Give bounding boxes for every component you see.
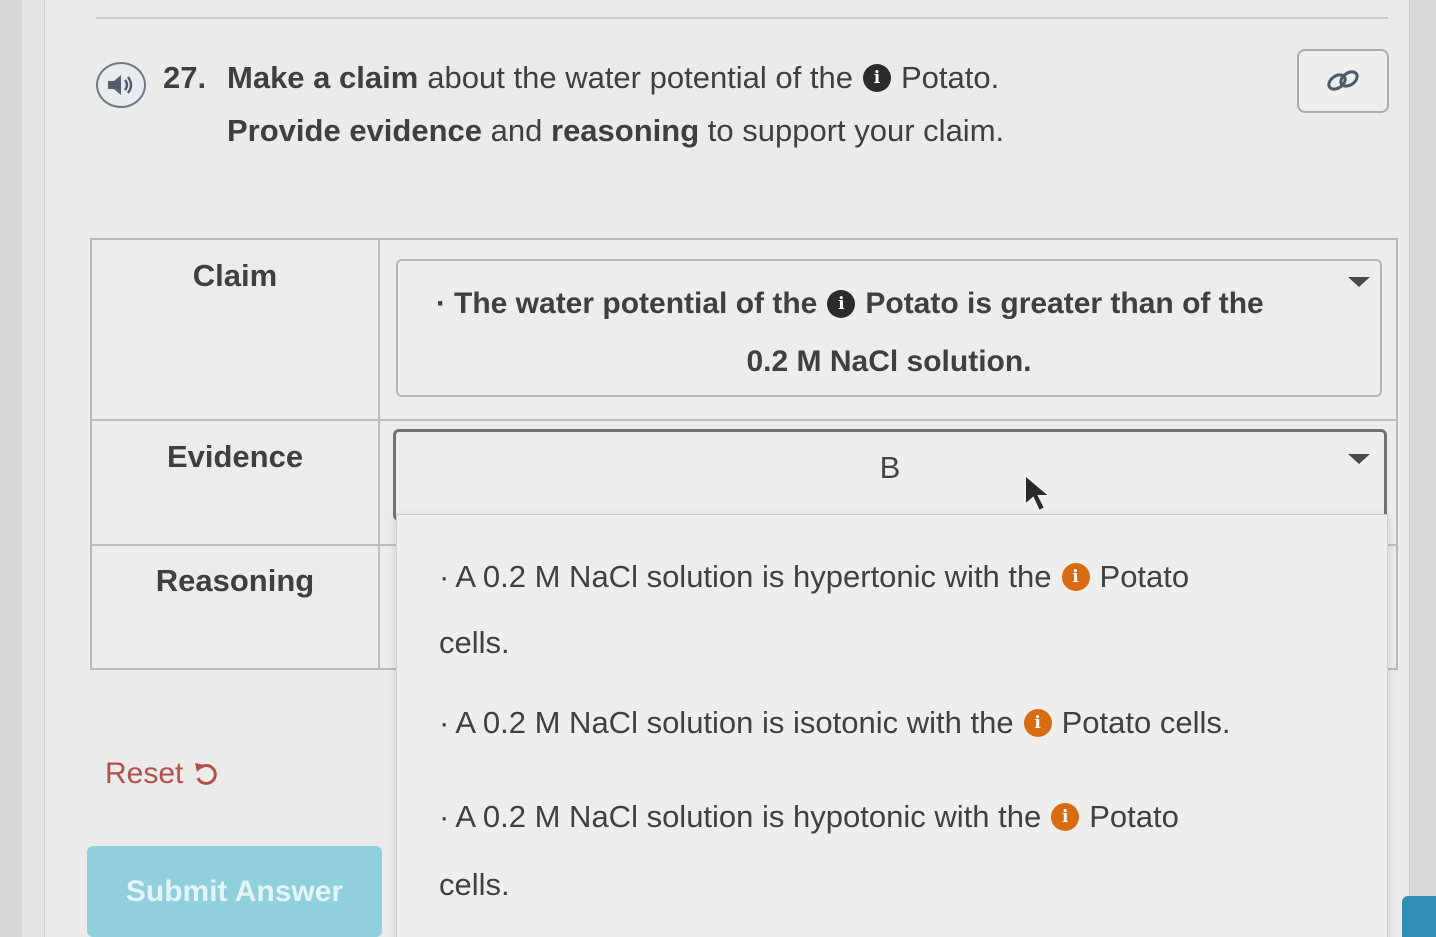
claim-text-part1: The water potential of the xyxy=(454,287,818,320)
reset-button[interactable]: Reset xyxy=(105,757,221,791)
option-text-continued: cells. xyxy=(439,625,510,660)
dropdown-option[interactable]: · A 0.2 M NaCl solution is hypotonic wit… xyxy=(439,799,1179,835)
evidence-dropdown-menu: · A 0.2 M NaCl solution is hypertonic wi… xyxy=(396,514,1388,937)
dropdown-option[interactable]: · A 0.2 M NaCl solution is isotonic with… xyxy=(439,705,1230,741)
question-text-potato: Potato. xyxy=(901,60,1000,95)
speaker-icon xyxy=(108,75,133,95)
question-text-and: and xyxy=(490,113,543,148)
bullet: · xyxy=(439,705,450,740)
question-prompt-line1: Make a claim about the water potential o… xyxy=(227,60,999,96)
claim-selected-line2: 0.2 M NaCl solution. xyxy=(746,345,1032,378)
link-button[interactable] xyxy=(1297,49,1389,113)
option-text: Potato cells. xyxy=(1061,705,1231,740)
option-text: Potato xyxy=(1099,559,1190,594)
page: 27. Make a claim about the water potenti… xyxy=(0,0,1436,937)
question-bold-reasoning: reasoning xyxy=(551,113,700,148)
option-text: A 0.2 M NaCl solution is isotonic with t… xyxy=(455,705,1014,740)
option-text: Potato xyxy=(1089,799,1179,834)
chevron-down-icon xyxy=(1348,454,1370,464)
bullet: · xyxy=(436,287,446,320)
row-divider xyxy=(92,419,1398,421)
submit-answer-button[interactable]: Submit Answer xyxy=(87,846,382,937)
divider xyxy=(96,17,1388,19)
mouse-cursor-icon xyxy=(1024,473,1053,513)
info-icon[interactable]: i xyxy=(1061,563,1090,591)
side-tab[interactable] xyxy=(1402,896,1436,937)
column-divider xyxy=(378,240,380,670)
claim-text-part2: Potato is greater than of the xyxy=(865,287,1264,320)
question-text: about the water potential of the xyxy=(427,60,853,95)
left-rail xyxy=(0,0,22,937)
option-text-continued: cells. xyxy=(439,867,510,902)
row-label-reasoning: Reasoning xyxy=(155,563,315,598)
question-prompt-line2: Provide evidence and reasoning to suppor… xyxy=(227,113,1004,149)
question-bold-claim: Make a claim xyxy=(227,60,419,95)
info-icon[interactable]: i xyxy=(827,290,856,318)
info-icon[interactable]: i xyxy=(1023,709,1052,737)
reset-label: Reset xyxy=(105,757,184,790)
evidence-selected-value: B xyxy=(879,450,901,485)
audio-button[interactable] xyxy=(96,62,146,108)
undo-icon xyxy=(195,763,218,785)
info-icon[interactable]: i xyxy=(863,64,891,92)
option-text: A 0.2 M NaCl solution is hypertonic with… xyxy=(455,559,1052,594)
bullet: · xyxy=(439,559,450,594)
row-label-claim: Claim xyxy=(192,258,278,293)
dropdown-option[interactable]: · A 0.2 M NaCl solution is hypertonic wi… xyxy=(439,559,1189,595)
question-text-support: to support your claim. xyxy=(707,113,1005,148)
row-label-evidence: Evidence xyxy=(166,439,304,474)
right-rail xyxy=(1410,0,1436,937)
chevron-down-icon xyxy=(1348,277,1370,287)
evidence-select[interactable]: B xyxy=(393,429,1387,521)
claim-select[interactable]: · The water potential of the i Potato is… xyxy=(396,259,1382,397)
info-icon[interactable]: i xyxy=(1051,803,1080,831)
option-text: A 0.2 M NaCl solution is hypotonic with … xyxy=(455,799,1042,834)
question-number: 27. xyxy=(163,60,207,95)
link-icon xyxy=(1327,70,1359,91)
question-bold-evidence: Provide evidence xyxy=(227,113,483,148)
bullet: · xyxy=(439,799,450,834)
claim-selected-line1: · The water potential of the i Potato is… xyxy=(436,287,1264,321)
